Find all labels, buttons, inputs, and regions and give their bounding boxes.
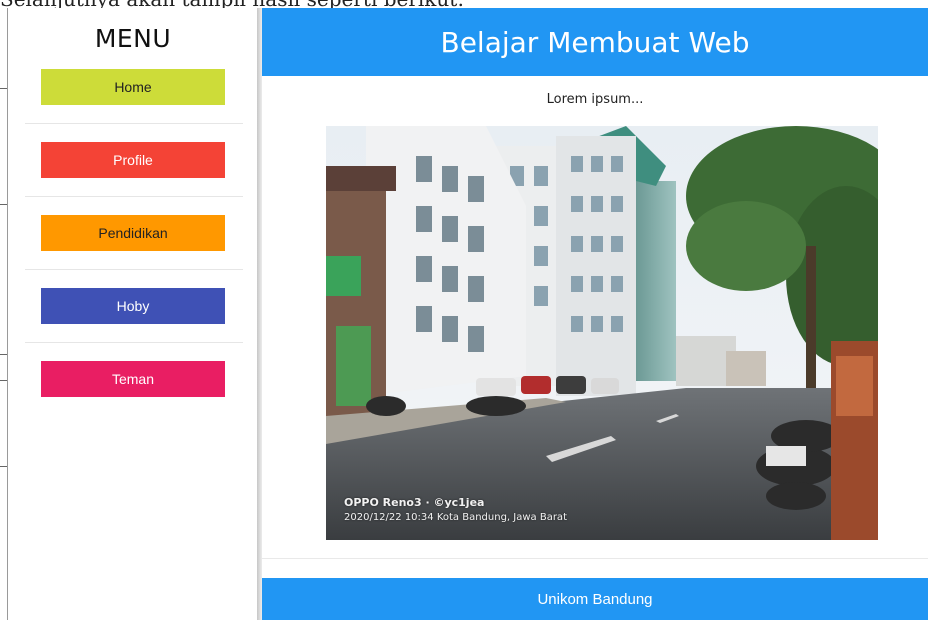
menu-button-hoby[interactable]: Hoby [41, 288, 225, 324]
menu-button-pendidikan[interactable]: Pendidikan [41, 215, 225, 251]
menu-button-label: Pendidikan [98, 225, 168, 241]
intro-text: Lorem ipsum... [546, 92, 644, 107]
content-divider [262, 558, 928, 559]
menu-button-home[interactable]: Home [41, 69, 225, 105]
menu-button-label: Profile [113, 152, 153, 168]
menu-button-profile[interactable]: Profile [41, 142, 225, 178]
menu-divider [25, 196, 243, 197]
photo-caption-camera: OPPO Reno3 · ©yc1jea [344, 496, 485, 509]
footer-text: Unikom Bandung [537, 590, 653, 608]
page-footer: Unikom Bandung [262, 578, 928, 620]
menu-button-label: Teman [111, 371, 155, 387]
street-photo-illustration [326, 126, 878, 540]
street-photo: OPPO Reno3 · ©yc1jea 2020/12/22 10:34 Ko… [326, 126, 878, 540]
menu-title: MENU [94, 24, 172, 53]
page-title: Belajar Membuat Web [440, 25, 750, 59]
menu-divider [25, 123, 243, 124]
menu-button-label: Hoby [116, 298, 150, 314]
menu-button-label: Home [114, 79, 152, 95]
document-text-strip: Selanjutnya akan tampil hasil seperti be… [0, 0, 928, 8]
menu-divider [25, 269, 243, 270]
page-left-edge [0, 8, 9, 620]
photo-caption-location: 2020/12/22 10:34 Kota Bandung, Jawa Bara… [344, 512, 567, 523]
menu-divider [25, 342, 243, 343]
page-header: Belajar Membuat Web [262, 8, 928, 76]
sidebar: MENU Home Profile Pendidikan Hoby Teman [9, 8, 258, 620]
document-text: Selanjutnya akan tampil hasil seperti be… [0, 0, 464, 8]
menu-button-teman[interactable]: Teman [41, 361, 225, 397]
